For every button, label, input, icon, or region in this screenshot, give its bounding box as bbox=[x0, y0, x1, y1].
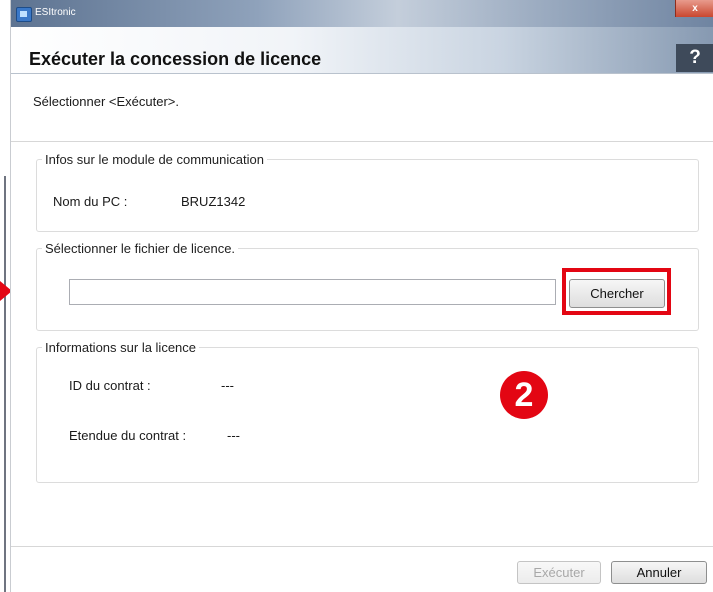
step-number-badge: 2 bbox=[500, 371, 548, 419]
dialog-title: Exécuter la concession de licence bbox=[29, 49, 322, 69]
dialog-header: Exécuter la concession de licence bbox=[11, 27, 713, 74]
contract-id-value: --- bbox=[221, 378, 234, 393]
execute-button[interactable]: Exécuter bbox=[517, 561, 601, 584]
license-info-legend: Informations sur la licence bbox=[45, 340, 197, 355]
contract-scope-label: Etendue du contrat : bbox=[69, 428, 187, 443]
pc-name-value: BRUZ1342 bbox=[181, 194, 246, 209]
help-button[interactable]: ? bbox=[676, 44, 713, 72]
browse-button[interactable]: Chercher bbox=[569, 279, 665, 308]
separator bbox=[11, 141, 713, 142]
left-edge-line bbox=[4, 176, 6, 592]
footer-separator bbox=[11, 546, 713, 547]
close-button[interactable]: x bbox=[675, 0, 713, 17]
dialog-window: ESItronic x Exécuter la concession de li… bbox=[10, 0, 713, 592]
instruction-text: Sélectionner <Exécuter>. bbox=[33, 94, 179, 109]
pc-name-label: Nom du PC : bbox=[53, 194, 128, 209]
app-icon bbox=[16, 7, 32, 22]
contract-id-label: ID du contrat : bbox=[69, 378, 151, 393]
license-file-path-input[interactable] bbox=[69, 279, 556, 305]
communication-module-group: Infos sur le module de communication bbox=[36, 152, 699, 232]
communication-module-legend: Infos sur le module de communication bbox=[45, 152, 264, 167]
license-file-legend: Sélectionner le fichier de licence. bbox=[45, 241, 236, 256]
license-info-group: Informations sur la licence bbox=[36, 340, 699, 483]
title-bar: ESItronic x bbox=[11, 0, 713, 27]
window-title: ESItronic bbox=[35, 7, 76, 18]
contract-scope-value: --- bbox=[227, 428, 240, 443]
cancel-button[interactable]: Annuler bbox=[611, 561, 707, 584]
